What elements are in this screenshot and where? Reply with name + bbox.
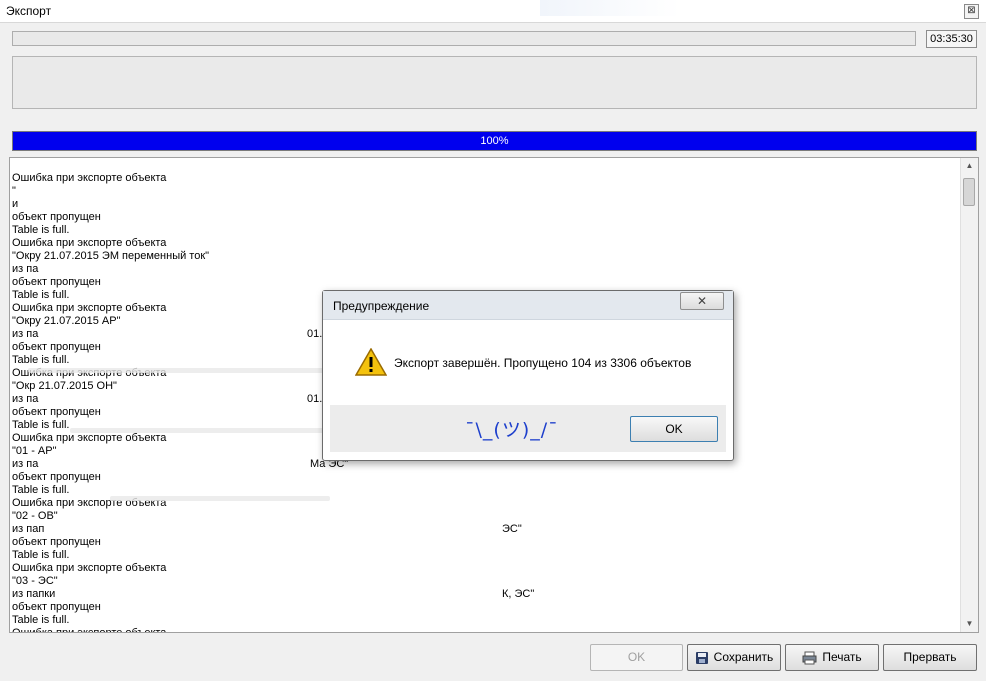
export-progress-bar: 100% <box>12 131 977 151</box>
log-line-text: объект пропущен <box>12 536 101 548</box>
progress-label: 100% <box>480 135 509 147</box>
log-line: объект пропущен <box>12 276 952 289</box>
log-line: объект пропущен <box>12 211 952 224</box>
log-line: "Окру 21.07.2015 ЭМ переменный ток" <box>12 250 952 263</box>
log-line-text: объект пропущен <box>12 601 101 613</box>
ok-button[interactable]: OK <box>590 644 683 671</box>
log-line-text: объект пропущен <box>12 406 101 418</box>
log-line-text: из па <box>12 393 39 405</box>
log-line: Ошибка при экспорте объекта <box>12 172 952 185</box>
log-line: объект пропущен <box>12 471 952 484</box>
scroll-thumb[interactable] <box>963 178 975 206</box>
log-line-fragment: 01. <box>307 393 323 405</box>
elapsed-time: 03:35:30 <box>926 30 977 48</box>
log-line-text: Table is full. <box>12 289 70 301</box>
scroll-up-icon[interactable]: ▲ <box>961 158 978 174</box>
log-line: Ошибка при экспорте объекта <box>12 237 952 250</box>
log-line-fragment: К, ЭС" <box>502 588 535 600</box>
log-blur-region <box>110 496 330 501</box>
log-line: из папки К, ЭС" <box>12 588 952 601</box>
log-line-text: Table is full. <box>12 354 70 366</box>
dialog-title: Предупреждение <box>333 299 430 313</box>
log-scrollbar[interactable]: ▲ ▼ <box>960 158 978 632</box>
log-line-text: Ошибка при экспорте объекта <box>12 627 167 633</box>
log-line-fragment: ЭС" <box>502 523 522 535</box>
log-line-text: Table is full. <box>12 614 70 626</box>
log-line: Table is full. <box>12 549 952 562</box>
dialog-titlebar: Предупреждение ✕ <box>323 291 733 320</box>
log-line-text: Table is full. <box>12 549 70 561</box>
background-window-ghost <box>540 0 680 16</box>
info-panel <box>12 56 977 109</box>
log-line-text: из па <box>12 458 39 470</box>
log-line-text: Ошибка при экспорте объекта <box>12 562 167 574</box>
log-line-text: " <box>12 185 16 197</box>
dialog-message: Экспорт завершён. Пропущено 104 из 3306 … <box>394 356 692 370</box>
log-line-text: Ошибка при экспорте объекта <box>12 237 167 249</box>
log-line-text: объект пропущен <box>12 471 101 483</box>
log-line-text: объект пропущен <box>12 341 101 353</box>
log-line-text: объект пропущен <box>12 211 101 223</box>
log-line-text: из па <box>12 328 39 340</box>
log-line-text: "02 - ОВ" <box>12 510 58 522</box>
log-line-text: "01 - АР" <box>12 445 57 457</box>
shrug-emoticon: ¯\_(ツ)_/¯ <box>465 419 559 441</box>
log-line: "02 - ОВ" <box>12 510 952 523</box>
log-line-text: Table is full. <box>12 224 70 236</box>
warning-dialog: Предупреждение ✕ Экспорт завершён. Пропу… <box>322 290 734 461</box>
log-line: " <box>12 185 952 198</box>
log-line: "03 - ЭС" <box>12 575 952 588</box>
log-line: Ошибка при экспорте объекта <box>12 627 952 633</box>
log-line-text: из пап <box>12 523 45 535</box>
abort-button[interactable]: Прервать <box>883 644 977 671</box>
scroll-down-icon[interactable]: ▼ <box>961 616 978 632</box>
log-line-text: "Окру 21.07.2015 ЭМ переменный ток" <box>12 250 210 262</box>
overall-progress-bar <box>12 31 916 46</box>
log-line-text: "03 - ЭС" <box>12 575 58 587</box>
log-line-text: Ошибка при экспорте объекта <box>12 172 167 184</box>
log-line-text: из па <box>12 263 39 275</box>
log-line-text: и <box>12 198 19 210</box>
log-line: Table is full. <box>12 614 952 627</box>
floppy-disk-icon <box>695 651 708 664</box>
log-line-fragment: 01. <box>307 328 323 340</box>
log-line: Ошибка при экспорте объекта <box>12 562 952 575</box>
dialog-close-button[interactable]: ✕ <box>680 292 724 310</box>
log-line: объект пропущен <box>12 536 952 549</box>
log-line-text: из папки <box>12 588 56 600</box>
log-line: объект пропущен <box>12 601 952 614</box>
log-line: и <box>12 198 952 211</box>
log-line-text: "Окр 21.07.2015 ОН" <box>12 380 117 392</box>
printer-icon <box>802 651 817 665</box>
log-line-text: Ошибка при экспорте объекта <box>12 432 167 444</box>
log-line: из па <box>12 263 952 276</box>
log-line-text: Table is full. <box>12 419 70 431</box>
save-button-label: Сохранить <box>713 650 774 664</box>
window-title: Экспорт <box>6 4 52 18</box>
save-button[interactable]: Сохранить <box>687 644 781 671</box>
dialog-footer: ¯\_(ツ)_/¯ OK <box>330 405 726 452</box>
warning-icon <box>355 348 387 376</box>
print-button-label: Печать <box>822 650 862 664</box>
window-titlebar: Экспорт ⊠ <box>0 0 986 23</box>
dialog-content: Экспорт завершён. Пропущено 104 из 3306 … <box>330 320 726 405</box>
log-line: Table is full. <box>12 224 952 237</box>
log-line: из пап ЭС" <box>12 523 952 536</box>
log-line-text: объект пропущен <box>12 276 101 288</box>
print-button[interactable]: Печать <box>785 644 879 671</box>
log-line-text: "Окру 21.07.2015 АР" <box>12 315 121 327</box>
log-line-text: Ошибка при экспорте объекта <box>12 302 167 314</box>
window-close-button[interactable]: ⊠ <box>964 4 979 19</box>
log-line-text: Table is full. <box>12 484 70 496</box>
dialog-ok-button[interactable]: OK <box>630 416 718 442</box>
